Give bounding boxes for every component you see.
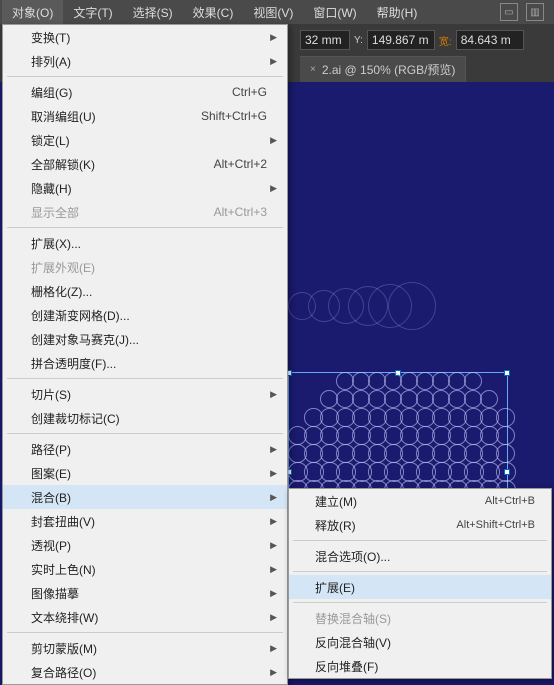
tab-title: 2.ai @ 150% (RGB/预览) — [322, 61, 456, 78]
workspace-icon[interactable]: ▭ — [500, 3, 518, 21]
chevron-right-icon: ▶ — [270, 32, 277, 43]
y-label: Y: — [354, 33, 363, 47]
menu-clip-mask[interactable]: 剪切蒙版(M)▶ — [3, 636, 287, 660]
menu-type[interactable]: 文字(T) — [63, 0, 122, 25]
blend-make[interactable]: 建立(M)Alt+Ctrl+B — [289, 489, 551, 513]
menu-envelope[interactable]: 封套扭曲(V)▶ — [3, 509, 287, 533]
menu-view[interactable]: 视图(V) — [243, 0, 303, 25]
menu-slice[interactable]: 切片(S)▶ — [3, 382, 287, 406]
menu-ungroup[interactable]: 取消编组(U)Shift+Ctrl+G — [3, 104, 287, 128]
menu-compound[interactable]: 复合路径(O)▶ — [3, 660, 287, 684]
blend-replace-spine: 替换混合轴(S) — [289, 606, 551, 630]
blend-reverse-front[interactable]: 反向堆叠(F) — [289, 654, 551, 678]
chevron-right-icon: ▶ — [270, 540, 277, 551]
menu-transform[interactable]: 变换(T)▶ — [3, 25, 287, 49]
blend-reverse-spine[interactable]: 反向混合轴(V) — [289, 630, 551, 654]
chevron-right-icon: ▶ — [270, 468, 277, 479]
chevron-right-icon: ▶ — [270, 612, 277, 623]
menu-live-paint[interactable]: 实时上色(N)▶ — [3, 557, 287, 581]
chevron-right-icon: ▶ — [270, 667, 277, 678]
blend-options[interactable]: 混合选项(O)... — [289, 544, 551, 568]
menu-perspective[interactable]: 透视(P)▶ — [3, 533, 287, 557]
menu-group[interactable]: 编组(G)Ctrl+G — [3, 80, 287, 104]
arrange-icon[interactable]: ▥ — [526, 3, 544, 21]
menu-expand-appearance: 扩展外观(E) — [3, 255, 287, 279]
menu-expand[interactable]: 扩展(X)... — [3, 231, 287, 255]
menu-arrange[interactable]: 排列(A)▶ — [3, 49, 287, 73]
blend-submenu: 建立(M)Alt+Ctrl+B 释放(R)Alt+Shift+Ctrl+B 混合… — [288, 488, 552, 679]
close-icon[interactable]: × — [310, 64, 316, 75]
w-field[interactable] — [456, 30, 524, 50]
chevron-right-icon: ▶ — [270, 492, 277, 503]
chevron-right-icon: ▶ — [270, 564, 277, 575]
y-field[interactable] — [367, 30, 435, 50]
menu-pattern[interactable]: 图案(E)▶ — [3, 461, 287, 485]
menu-effect[interactable]: 效果(C) — [183, 0, 244, 25]
menu-mosaic[interactable]: 创建对象马赛克(J)... — [3, 327, 287, 351]
w-label: 宽: — [439, 33, 452, 47]
menu-window[interactable]: 窗口(W) — [303, 0, 366, 25]
x-field[interactable] — [300, 30, 350, 50]
menu-flatten[interactable]: 拼合透明度(F)... — [3, 351, 287, 375]
menu-path[interactable]: 路径(P)▶ — [3, 437, 287, 461]
menu-text-wrap[interactable]: 文本绕排(W)▶ — [3, 605, 287, 629]
menu-help[interactable]: 帮助(H) — [367, 0, 428, 25]
menu-blend[interactable]: 混合(B)▶ — [3, 485, 287, 509]
chevron-right-icon: ▶ — [270, 444, 277, 455]
document-tab[interactable]: × 2.ai @ 150% (RGB/预览) — [300, 56, 466, 82]
menu-crop-marks[interactable]: 创建裁切标记(C) — [3, 406, 287, 430]
blend-release[interactable]: 释放(R)Alt+Shift+Ctrl+B — [289, 513, 551, 537]
menu-show-all: 显示全部Alt+Ctrl+3 — [3, 200, 287, 224]
menu-image-trace[interactable]: 图像描摹▶ — [3, 581, 287, 605]
chevron-right-icon: ▶ — [270, 135, 277, 146]
chevron-right-icon: ▶ — [270, 56, 277, 67]
menu-select[interactable]: 选择(S) — [123, 0, 183, 25]
chevron-right-icon: ▶ — [270, 389, 277, 400]
menu-lock[interactable]: 锁定(L)▶ — [3, 128, 287, 152]
chevron-right-icon: ▶ — [270, 516, 277, 527]
menu-object[interactable]: 对象(O) — [2, 0, 63, 25]
menu-hide[interactable]: 隐藏(H)▶ — [3, 176, 287, 200]
chevron-right-icon: ▶ — [270, 588, 277, 599]
object-menu: 变换(T)▶ 排列(A)▶ 编组(G)Ctrl+G 取消编组(U)Shift+C… — [2, 24, 288, 685]
chevron-right-icon: ▶ — [270, 643, 277, 654]
chevron-right-icon: ▶ — [270, 183, 277, 194]
menu-unlock-all[interactable]: 全部解锁(K)Alt+Ctrl+2 — [3, 152, 287, 176]
menubar: 对象(O) 文字(T) 选择(S) 效果(C) 视图(V) 窗口(W) 帮助(H… — [0, 0, 554, 24]
menu-gradient-mesh[interactable]: 创建渐变网格(D)... — [3, 303, 287, 327]
blend-expand[interactable]: 扩展(E) — [289, 575, 551, 599]
menu-rasterize[interactable]: 栅格化(Z)... — [3, 279, 287, 303]
